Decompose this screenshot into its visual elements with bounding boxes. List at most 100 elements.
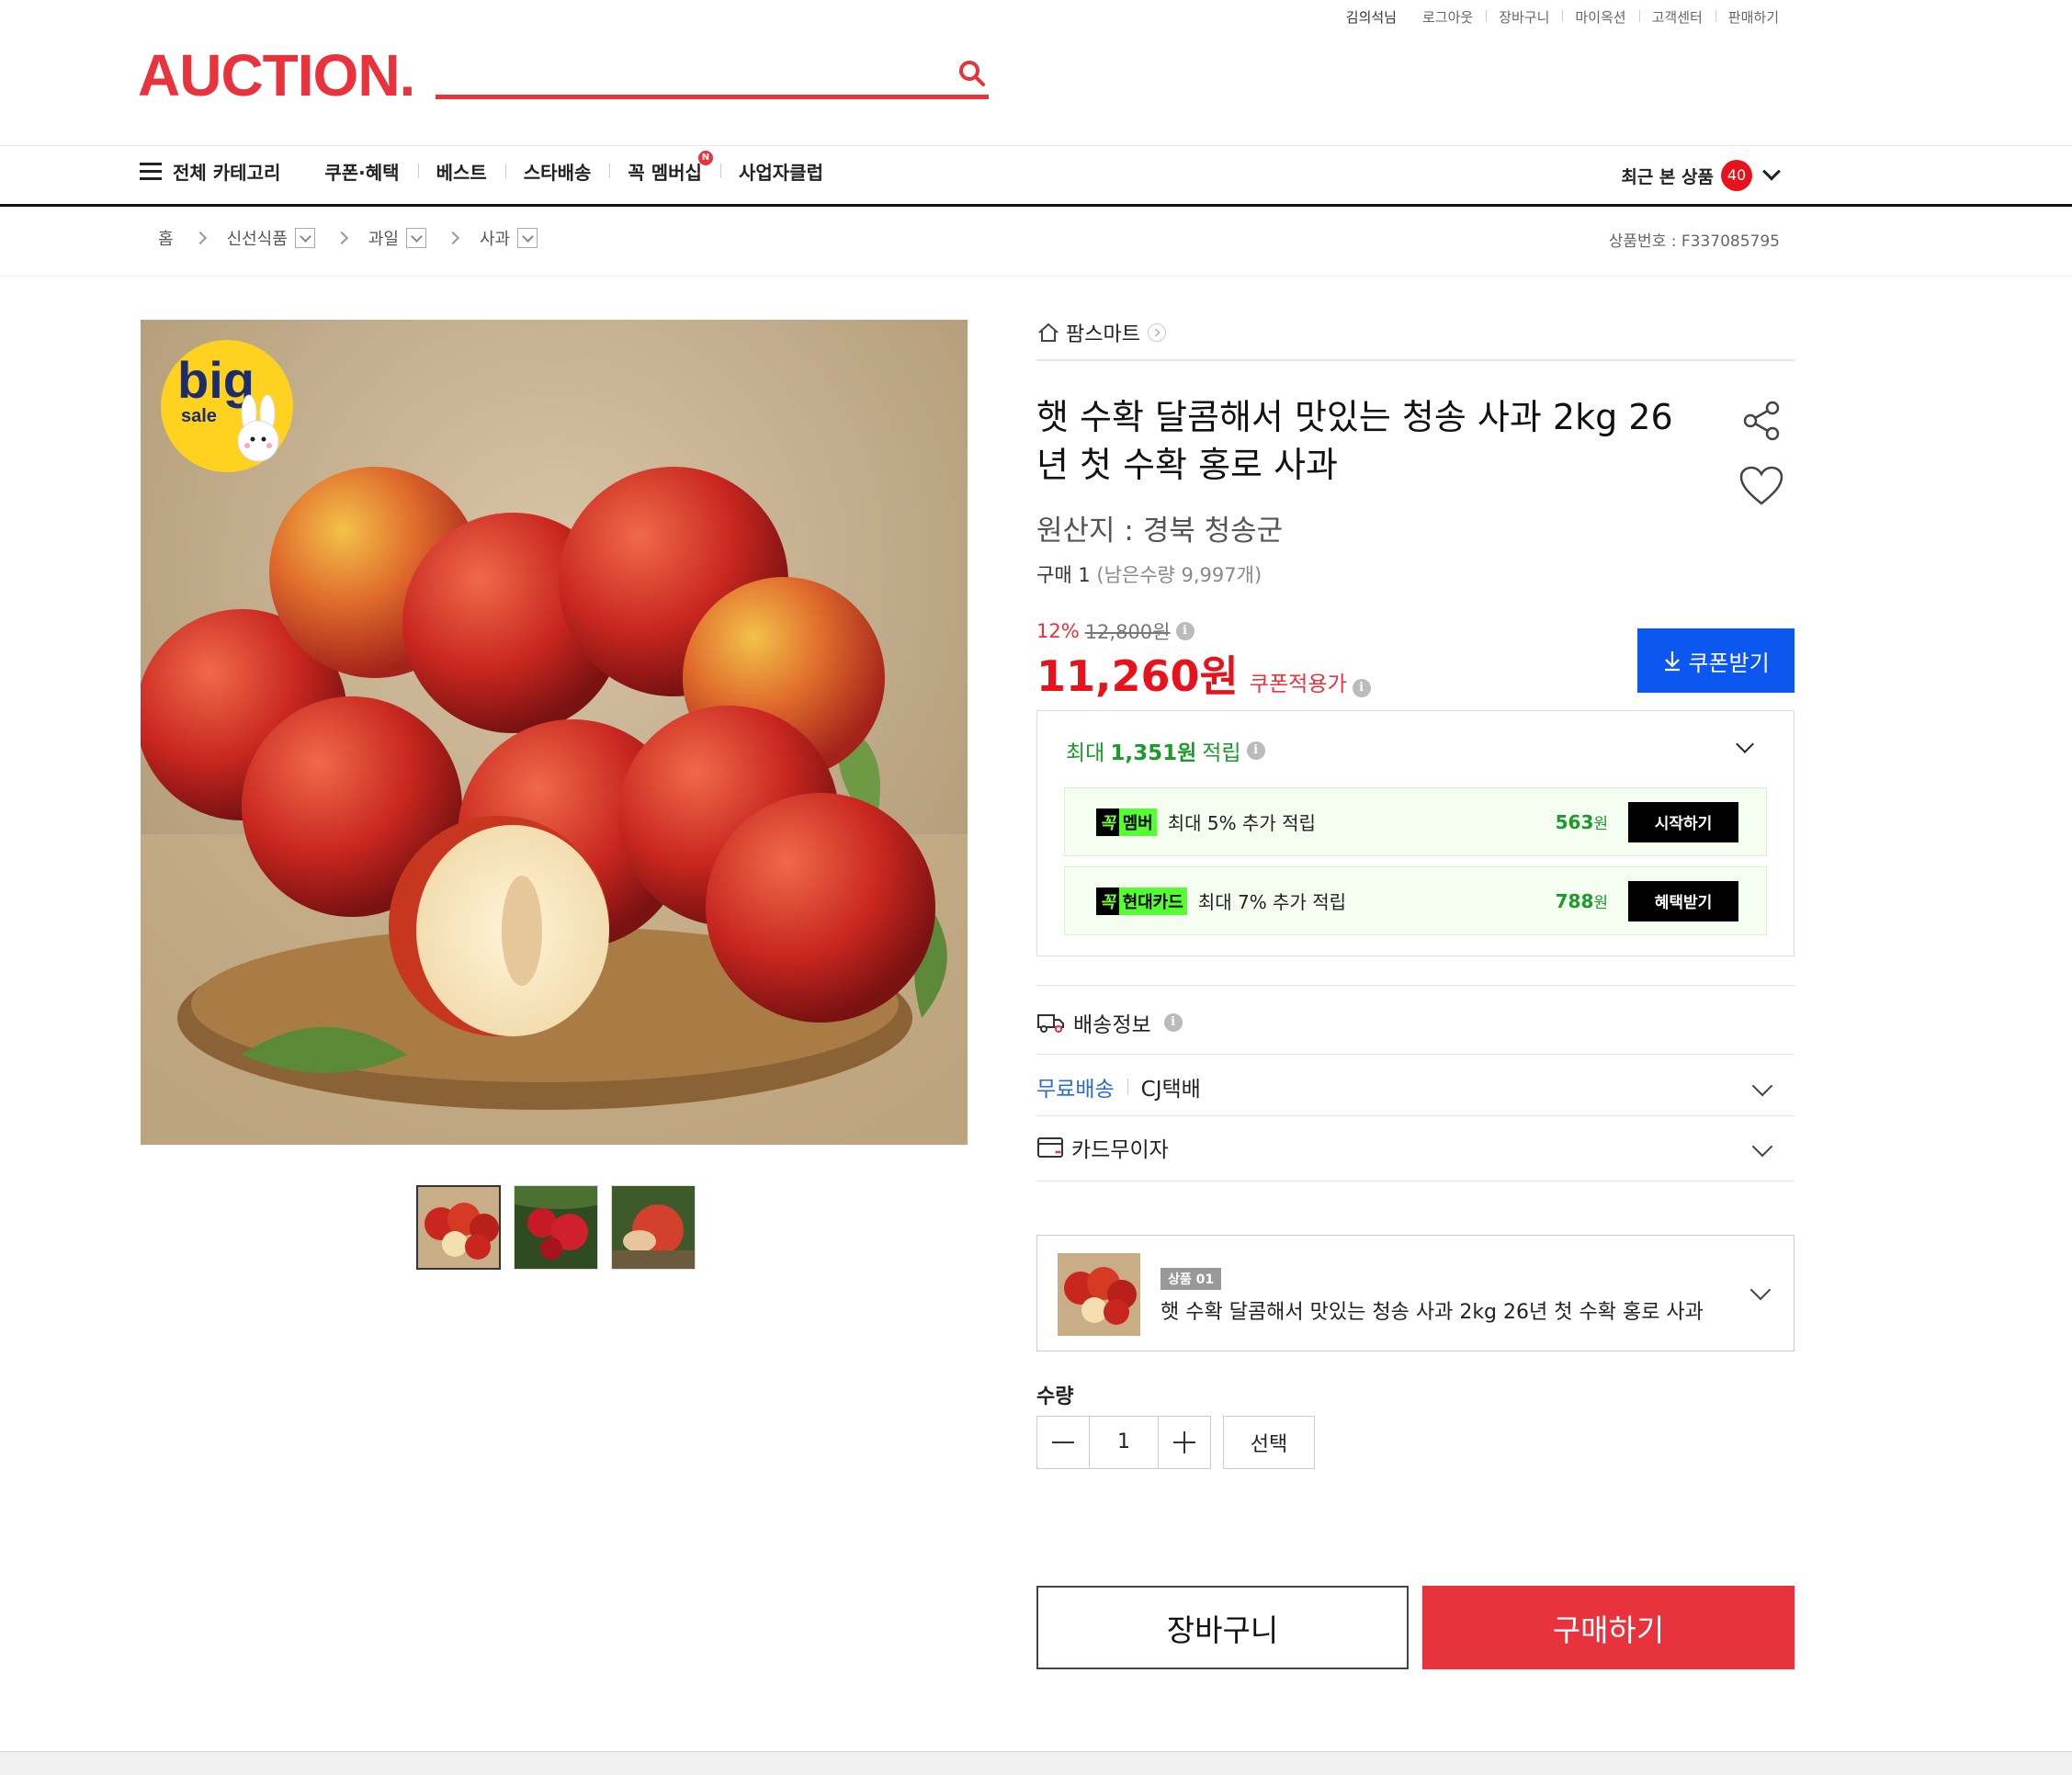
purchase-count: 구매 1 (남은수량 9,997개) [1036, 560, 1795, 588]
select-button[interactable]: 선택 [1223, 1416, 1315, 1469]
tag-text: 현대카드 [1118, 887, 1187, 915]
breadcrumb: 홈 신선식품 과일 사과 [158, 226, 538, 250]
breadcrumb-fruit[interactable]: 과일 [368, 226, 399, 250]
breadcrumb-apple[interactable]: 사과 [480, 226, 510, 250]
chevron-right-icon [193, 231, 207, 245]
discount-percent: 12% [1036, 620, 1080, 642]
nav-star-delivery[interactable]: 스타배송 [504, 158, 610, 185]
nav-business-club[interactable]: 사업자클럽 [719, 158, 842, 185]
membership-tag: 꼭 멤버 [1096, 808, 1157, 836]
points-row-text: 최대 5% 추가 적립 [1167, 812, 1316, 834]
membership-points-row: 꼭 멤버 최대 5% 추가 적립 563원 시작하기 [1064, 787, 1767, 856]
customer-center-link[interactable]: 고객센터 [1638, 7, 1715, 27]
big-sale-badge: big sale [161, 340, 293, 472]
add-to-cart-button[interactable]: 장바구니 [1036, 1586, 1409, 1669]
breadcrumb-home[interactable]: 홈 [158, 226, 174, 250]
amount-unit: 원 [1593, 894, 1608, 912]
nav-membership[interactable]: 꼭 멤버십 N [609, 151, 720, 185]
all-category-button[interactable]: 전체 카테고리 [140, 158, 280, 185]
points-header[interactable]: 최대 1,351원 적립 i [1066, 735, 1265, 766]
recent-products[interactable]: 최근 본 상품 40 [1621, 160, 1781, 191]
points-row-text: 최대 7% 추가 적립 [1197, 891, 1347, 913]
amount-value: 563 [1555, 811, 1594, 833]
nav-best[interactable]: 베스트 [417, 158, 505, 185]
recent-count-badge: 40 [1721, 160, 1752, 191]
tag-text: 멤버 [1118, 808, 1157, 836]
quantity-stepper: 1 [1036, 1416, 1211, 1469]
quantity-label: 수량 [1036, 1385, 1074, 1408]
points-suffix: 적립 [1202, 741, 1241, 765]
info-icon[interactable]: i [1352, 679, 1371, 697]
dropdown-icon[interactable] [294, 228, 315, 248]
all-category-label: 전체 카테고리 [173, 162, 281, 184]
card-installment-row[interactable]: 카드무이자 [1036, 1132, 1795, 1163]
option-name: 햇 수확 달콤해서 맛있는 청송 사과 2kg 26년 첫 수확 홍로 사과 [1161, 1301, 1704, 1324]
heart-icon[interactable] [1738, 465, 1784, 507]
product-title: 햇 수확 달콤해서 맛있는 청송 사과 2kg 26년 첫 수확 홍로 사과 [1036, 397, 1673, 485]
logo-text: AUCTION [138, 42, 401, 108]
user-name[interactable]: 김의석님 [1333, 7, 1410, 27]
thumbnail-3[interactable] [611, 1185, 696, 1270]
divider [1036, 1054, 1795, 1055]
buy-now-button[interactable]: 구매하기 [1422, 1586, 1795, 1669]
product-number: 상품번호 : F337085795 [1608, 232, 1780, 251]
breadcrumb-divider [0, 276, 2072, 277]
home-icon [1038, 322, 1059, 342]
nav-coupon[interactable]: 쿠폰·혜택 [306, 158, 417, 185]
main-product-image[interactable]: big sale [141, 320, 968, 1145]
dropdown-icon[interactable] [517, 228, 538, 248]
start-membership-button[interactable]: 시작하기 [1628, 801, 1738, 842]
quantity-value[interactable]: 1 [1089, 1417, 1159, 1468]
plus-button[interactable] [1159, 1417, 1210, 1468]
chevron-right-icon [446, 231, 460, 245]
my-auction-link[interactable]: 마이옥션 [1562, 7, 1638, 27]
free-shipping: 무료배송 [1036, 1078, 1115, 1102]
dropdown-icon[interactable] [405, 228, 426, 248]
logout-link[interactable]: 로그아웃 [1410, 7, 1486, 27]
carrier-name: CJ택배 [1140, 1078, 1201, 1102]
points-amount: 1,351원 [1110, 741, 1197, 765]
chevron-down-icon [1762, 162, 1781, 181]
amount-value: 788 [1555, 890, 1594, 912]
info-icon[interactable]: i [1246, 741, 1265, 760]
sell-link[interactable]: 판매하기 [1715, 7, 1792, 27]
minus-button[interactable] [1037, 1417, 1089, 1468]
search-input[interactable] [436, 51, 950, 92]
badge-sale-text: sale [181, 406, 217, 426]
thumbnail-2[interactable] [514, 1185, 598, 1270]
seller-name: 팜스마트 [1066, 323, 1140, 346]
tag-k: 꼭 [1096, 887, 1119, 915]
option-selector[interactable] [1036, 1235, 1795, 1351]
card-installment-label: 카드무이자 [1071, 1138, 1169, 1162]
auction-logo[interactable]: AUCTION. [138, 46, 415, 105]
sale-price: 11,260원 [1036, 651, 1239, 701]
thumbnail-list [416, 1185, 696, 1270]
share-icon[interactable] [1739, 399, 1783, 443]
points-prefix: 최대 [1066, 741, 1105, 765]
info-icon[interactable]: i [1175, 622, 1195, 640]
thumbnail-1[interactable] [416, 1185, 501, 1270]
rabbit-icon [237, 394, 279, 462]
shipping-info-title: 배송정보 i [1036, 1007, 1795, 1038]
get-benefit-button[interactable]: 혜택받기 [1628, 880, 1738, 921]
purchase-label: 구매 1 [1036, 564, 1091, 586]
breadcrumb-fresh-food[interactable]: 신선식품 [227, 226, 288, 250]
option-thumbnail [1058, 1253, 1140, 1336]
cart-link[interactable]: 장바구니 [1486, 7, 1562, 27]
utility-bar: 김의석님 로그아웃 장바구니 마이옥션 고객센터 판매하기 [1333, 7, 1792, 27]
tag-k: 꼭 [1096, 808, 1119, 836]
shipping-title-label: 배송정보 [1073, 1013, 1151, 1037]
coupon-download-button[interactable]: 쿠폰받기 [1637, 628, 1795, 693]
option-badge: 상품 01 [1161, 1268, 1222, 1290]
shipping-row[interactable]: 무료배송 CJ택배 [1036, 1071, 1795, 1102]
nav-membership-label: 꼭 멤버십 [628, 162, 702, 184]
info-icon[interactable]: i [1163, 1013, 1183, 1032]
chevron-right-icon [334, 231, 348, 245]
search-icon[interactable] [957, 59, 987, 88]
origin-text: 원산지 : 경북 청송군 [1036, 514, 1284, 548]
seller-link[interactable]: 팜스마트 [1036, 318, 1795, 347]
points-row-amount: 788원 [1556, 889, 1608, 912]
horizontal-scrollbar[interactable] [0, 1751, 2072, 1775]
amount-unit: 원 [1593, 815, 1608, 833]
original-price: 12,800원 [1084, 621, 1171, 643]
